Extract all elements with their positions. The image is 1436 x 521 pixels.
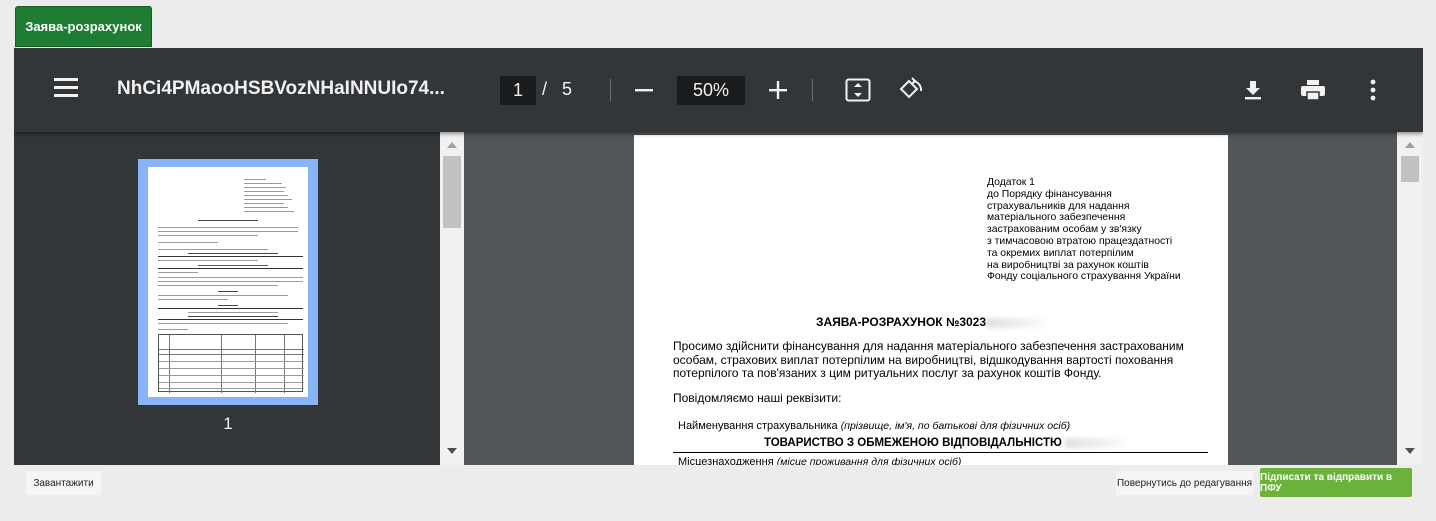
insurer-hint: (прізвище, ім'я, по батькові для фізични…	[840, 420, 1071, 432]
thumbnail-preview	[148, 167, 308, 397]
underline	[673, 452, 1208, 453]
requisites-notice: Повідомляємо наші реквізити:	[673, 391, 842, 405]
zoom-in-icon[interactable]	[764, 76, 792, 104]
toolbar-divider	[812, 79, 813, 101]
page-separator: /	[542, 79, 548, 99]
addendum-line: матеріального забезпечення	[987, 212, 1126, 224]
zoom-out-icon[interactable]	[630, 76, 658, 104]
scroll-down-arrow-icon[interactable]	[1405, 448, 1415, 454]
addendum-line: страхувальників для надання	[987, 200, 1130, 212]
back-to-edit-button[interactable]: Повернутись до редагування	[1116, 471, 1253, 495]
print-icon[interactable]	[1299, 76, 1327, 104]
scroll-down-arrow-icon[interactable]	[447, 448, 457, 454]
addendum-line: до Порядку фінансування	[987, 188, 1112, 200]
sidebar-scrollbar[interactable]	[440, 132, 464, 465]
addendum-block: Додаток 1 до Порядку фінансування страху…	[987, 177, 1181, 283]
page-number-input[interactable]: 1	[500, 76, 536, 105]
zoom-level-input[interactable]: 50%	[677, 76, 745, 105]
sidebar-scroll-thumb[interactable]	[443, 156, 461, 228]
scroll-up-arrow-icon[interactable]	[447, 142, 457, 148]
redacted-company	[1065, 437, 1126, 448]
thumbnail-sidebar: 1	[14, 132, 464, 465]
insurer-label-text: Найменування страхувальника	[678, 420, 838, 432]
addendum-line: з тимчасовою втратою працездатності	[987, 235, 1173, 247]
fit-page-icon[interactable]	[844, 76, 872, 104]
rotate-icon[interactable]	[897, 76, 925, 104]
thumbnail-page-number: 1	[223, 414, 233, 433]
sign-and-send-button[interactable]: Підписати та відправити в ПФУ	[1260, 468, 1412, 497]
pdf-page: Додаток 1 до Порядку фінансування страху…	[634, 135, 1228, 465]
location-label: Місцезнаходження (місце проживання для ф…	[678, 456, 961, 465]
scroll-up-arrow-icon[interactable]	[1405, 142, 1415, 148]
addendum-line: на виробництві за рахунок коштів	[987, 259, 1149, 271]
tab-zayava-rozrakhunok[interactable]: Заява-розрахунок	[15, 6, 152, 47]
addendum-line: Фонду соціального страхування України	[987, 271, 1181, 283]
addendum-line: Додаток 1	[987, 177, 1035, 188]
location-label-text: Місцезнаходження	[678, 456, 774, 465]
download-button[interactable]: Завантажити	[26, 471, 101, 495]
location-hint: (місце проживання для фізичних осіб)	[776, 456, 962, 465]
addendum-line: застрахованим особам у зв'язку	[987, 224, 1142, 236]
more-options-icon[interactable]	[1359, 76, 1387, 104]
redacted-number	[986, 317, 1047, 328]
insurer-label: Найменування страхувальника (прізвище, і…	[678, 420, 1070, 432]
company-name: ТОВАРИСТВО З ОБМЕЖЕНОЮ ВІДПОВІДАЛЬНІСТЮ	[764, 437, 1126, 449]
download-icon[interactable]	[1239, 76, 1267, 104]
toolbar-divider	[610, 79, 611, 101]
pdf-viewer: NhCi4PMaooHSBVozNHaINNUIo74... 1 / 5 50%	[14, 48, 1423, 465]
document-scrollbar[interactable]	[1397, 132, 1423, 465]
viewer-toolbar: NhCi4PMaooHSBVozNHaINNUIo74... 1 / 5 50%	[14, 48, 1423, 132]
menu-icon[interactable]	[54, 78, 78, 98]
request-text: Просимо здійснити фінансування для надан…	[673, 339, 1184, 380]
form-title: ЗАЯВА-РОЗРАХУНОК №3023	[634, 315, 1228, 329]
addendum-line: та окремих виплат потерпілим	[987, 247, 1134, 259]
company-name-text: ТОВАРИСТВО З ОБМЕЖЕНОЮ ВІДПОВІДАЛЬНІСТЮ	[764, 437, 1062, 449]
document-title: NhCi4PMaooHSBVozNHaINNUIo74...	[117, 78, 445, 99]
page-total: 5	[562, 79, 573, 99]
form-title-text: ЗАЯВА-РОЗРАХУНОК №3023	[815, 315, 987, 329]
page-thumbnail[interactable]	[138, 159, 318, 405]
document-scroll-thumb[interactable]	[1401, 156, 1419, 182]
